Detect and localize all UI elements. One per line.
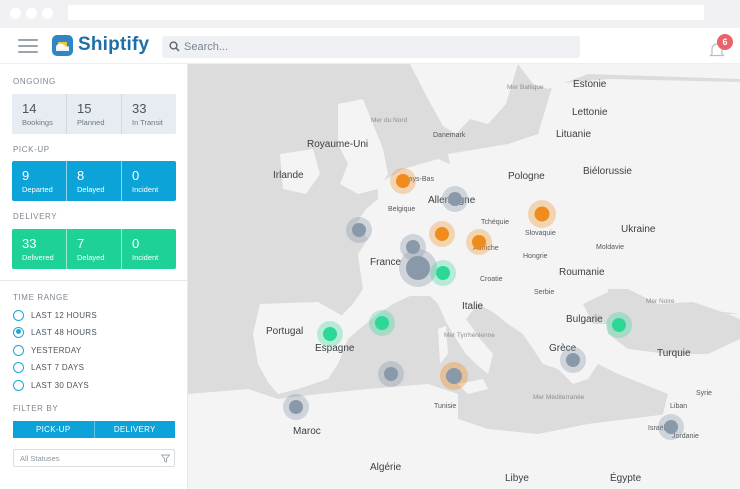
- sidebar-divider: [0, 280, 188, 281]
- label-bulgarie: Bulgarie: [566, 314, 603, 325]
- label-lituanie: Lituanie: [556, 129, 592, 140]
- map-marker-pickup[interactable]: [528, 200, 556, 228]
- map-marker-delivery[interactable]: [369, 310, 395, 336]
- label-maroc: Maroc: [293, 426, 321, 437]
- label-turquie: Turquie: [657, 348, 691, 359]
- label-bielorussie: Biélorussie: [583, 166, 632, 177]
- filter-delivery-button[interactable]: DELIVERY: [94, 421, 175, 438]
- label-estonie: Estonie: [573, 79, 607, 90]
- radio-button[interactable]: [13, 309, 24, 321]
- map-marker-delivery[interactable]: [430, 260, 456, 286]
- stat-delivered[interactable]: 33 Delivered: [12, 229, 67, 269]
- ongoing-stats: 14 Bookings 15 Planned 33 In Transit: [12, 94, 176, 134]
- browser-chrome: [0, 0, 740, 28]
- radio-last-48-hours[interactable]: LAST 48 HOURS: [13, 326, 97, 338]
- radio-button-selected[interactable]: [13, 326, 24, 338]
- radio-button[interactable]: [13, 361, 24, 373]
- stat-departed[interactable]: 9 Departed: [12, 161, 67, 201]
- label-mer-tyrrhenienne: Mer Tyrrhénienne: [444, 332, 495, 339]
- label-slovaquie: Slovaquie: [525, 230, 556, 237]
- radio-last-7-days[interactable]: LAST 7 DAYS: [13, 361, 84, 373]
- shipment-map[interactable]: Estonie Lettonie Lituanie Royaume-Uni Da…: [188, 64, 740, 489]
- label-libye: Libye: [505, 473, 529, 484]
- map-marker-inactive[interactable]: [346, 217, 372, 243]
- label-liban: Liban: [670, 403, 688, 410]
- window-maximize-dot[interactable]: [42, 8, 53, 19]
- label-croatie: Croatie: [480, 276, 503, 283]
- label-france: France: [370, 257, 402, 268]
- label-portugal: Portugal: [266, 326, 304, 337]
- status-select[interactable]: All Statuses: [13, 449, 175, 467]
- radio-button[interactable]: [13, 379, 24, 391]
- label-irlande: Irlande: [273, 170, 304, 181]
- pickup-stats: 9 Departed 8 Delayed 0 Incident: [12, 161, 176, 201]
- stat-pickup-delayed[interactable]: 8 Delayed: [67, 161, 122, 201]
- stat-bookings[interactable]: 14 Bookings: [12, 94, 67, 134]
- window-close-dot[interactable]: [10, 8, 21, 19]
- label-danemark: Danemark: [433, 132, 466, 139]
- app-header: Shiptify: [0, 28, 740, 64]
- label-tunisie: Tunisie: [434, 403, 457, 410]
- radio-button[interactable]: [13, 344, 24, 356]
- label-mer-noire: Mer Noire: [646, 298, 675, 305]
- map-marker-pickup[interactable]: [429, 221, 455, 247]
- label-mer-du-nord: Mer du Nord: [371, 117, 408, 124]
- label-royaume-uni: Royaume-Uni: [307, 139, 369, 150]
- map-marker-delivery[interactable]: [606, 312, 632, 338]
- label-tcheque: Tchéquie: [481, 219, 510, 226]
- address-bar[interactable]: [68, 5, 704, 20]
- label-serbie: Serbie: [534, 289, 555, 296]
- label-syrie: Syrie: [696, 390, 712, 397]
- label-hongrie: Hongrie: [523, 253, 548, 260]
- label-egypte: Égypte: [610, 473, 642, 484]
- filter-pickup-button[interactable]: PICK-UP: [13, 421, 95, 438]
- label-belgique: Belgique: [388, 206, 416, 213]
- time-range-label: TIME RANGE: [13, 293, 69, 302]
- label-pologne: Pologne: [508, 171, 545, 182]
- stat-in-transit[interactable]: 33 In Transit: [122, 94, 176, 134]
- search-icon: [169, 41, 180, 52]
- label-italie: Italie: [462, 301, 484, 312]
- pickup-label: PICK-UP: [13, 145, 50, 154]
- label-ukraine: Ukraine: [621, 224, 656, 235]
- search-input[interactable]: [184, 38, 564, 56]
- map-marker-inactive[interactable]: [658, 414, 684, 440]
- filter-by-label: FILTER BY: [13, 404, 59, 413]
- map-marker-inactive[interactable]: [560, 347, 586, 373]
- filter-toggle: PICK-UP DELIVERY: [13, 421, 175, 438]
- stat-delivery-incident[interactable]: 0 Incident: [122, 229, 176, 269]
- delivery-label: DELIVERY: [13, 212, 58, 221]
- map-marker-inactive[interactable]: [442, 186, 468, 212]
- ongoing-label: ONGOING: [13, 77, 56, 86]
- stat-delivery-delayed[interactable]: 7 Delayed: [67, 229, 122, 269]
- label-lettonie: Lettonie: [572, 107, 608, 118]
- map-marker-pickup[interactable]: [390, 168, 416, 194]
- delivery-stats: 33 Delivered 7 Delayed 0 Incident: [12, 229, 176, 269]
- notification-badge[interactable]: 6: [717, 34, 733, 50]
- app-name: Shiptify: [78, 34, 150, 55]
- map-marker-delivery[interactable]: [317, 321, 343, 347]
- label-roumanie: Roumanie: [559, 267, 605, 278]
- menu-icon[interactable]: [18, 39, 38, 53]
- radio-yesterday[interactable]: YESTERDAY: [13, 344, 82, 356]
- label-mer-mediterranee: Mer Méditerranée: [533, 394, 585, 401]
- search-box[interactable]: [162, 36, 580, 58]
- label-moldavie: Moldavie: [596, 244, 625, 251]
- filter-icon: [161, 454, 170, 463]
- map-marker-inactive[interactable]: [283, 394, 309, 420]
- map-marker-inactive[interactable]: [378, 361, 404, 387]
- map-marker-pickup[interactable]: [440, 362, 468, 390]
- sidebar: ONGOING 14 Bookings 15 Planned 33 In Tra…: [0, 64, 188, 489]
- label-mer-baltique: Mer Baltique: [507, 84, 544, 91]
- map-marker-pickup[interactable]: [466, 229, 492, 255]
- shiptify-logo-icon: [52, 35, 73, 56]
- window-minimize-dot[interactable]: [26, 8, 37, 19]
- stat-planned[interactable]: 15 Planned: [67, 94, 122, 134]
- stat-pickup-incident[interactable]: 0 Incident: [122, 161, 176, 201]
- radio-last-30-days[interactable]: LAST 30 DAYS: [13, 379, 89, 391]
- label-algerie: Algérie: [370, 462, 402, 473]
- radio-last-12-hours[interactable]: LAST 12 HOURS: [13, 309, 97, 321]
